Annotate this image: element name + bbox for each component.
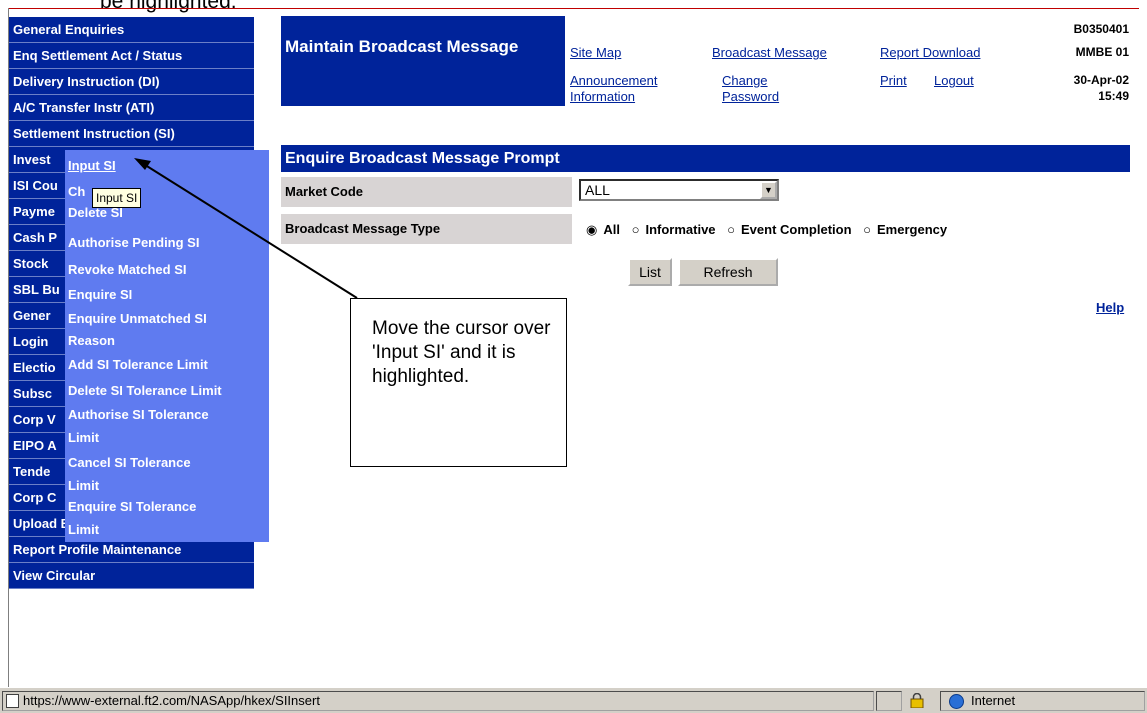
status-url-text: https://www-external.ft2.com/NASApp/hkex… bbox=[23, 693, 320, 708]
security-zone: Internet bbox=[940, 691, 1145, 711]
callout-arrow bbox=[134, 158, 358, 299]
zone-label: Internet bbox=[971, 693, 1016, 708]
globe-icon bbox=[949, 694, 964, 709]
status-bar: https://www-external.ft2.com/NASApp/hkex… bbox=[0, 687, 1147, 713]
status-cell bbox=[876, 691, 902, 711]
page-icon bbox=[6, 694, 19, 708]
arrow-line bbox=[141, 162, 358, 299]
callout-box: Move the cursor over 'Input SI' and it i… bbox=[350, 298, 567, 467]
lock-icon bbox=[910, 693, 924, 708]
status-url: https://www-external.ft2.com/NASApp/hkex… bbox=[2, 691, 874, 711]
